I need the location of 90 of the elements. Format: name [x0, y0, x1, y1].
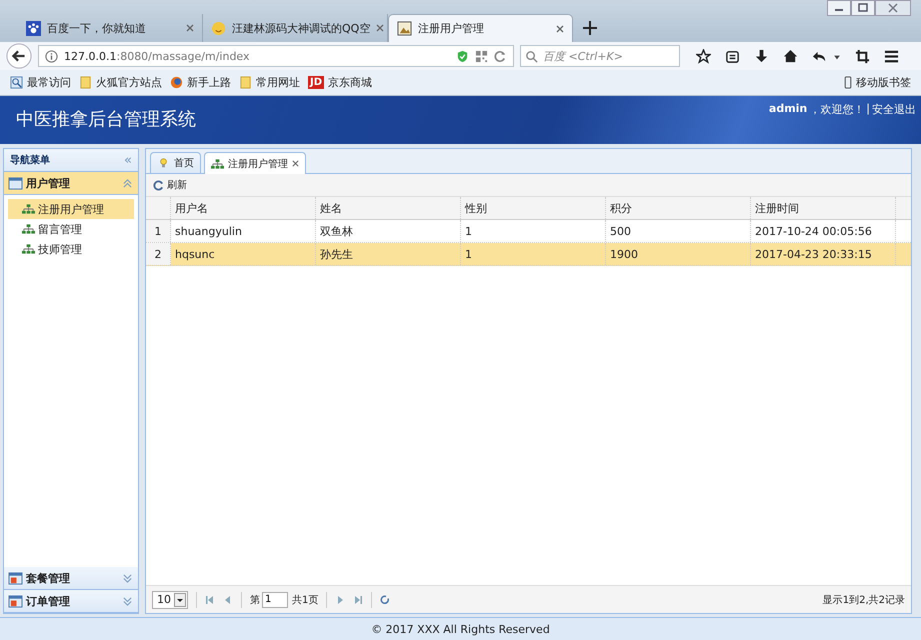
chevron-down-icon	[123, 574, 132, 582]
table-cell: 孙先生	[316, 243, 461, 265]
table-cell: 双鱼林	[316, 220, 461, 242]
chevron-down-icon	[123, 596, 132, 606]
paw-icon	[26, 20, 41, 36]
close-icon[interactable]	[292, 160, 299, 167]
user-name: admin	[768, 102, 808, 117]
menu-icon[interactable]	[884, 48, 899, 64]
separator-text: |	[866, 102, 870, 117]
picture-icon	[397, 21, 412, 36]
search-field[interactable]: 百度 <Ctrl+K>	[520, 45, 680, 67]
column-header[interactable]: 积分	[606, 197, 751, 219]
page-size-select[interactable]: 10	[152, 590, 188, 608]
reload-icon[interactable]	[380, 594, 390, 604]
folder-icon	[239, 76, 252, 89]
column-header[interactable]: 性别	[461, 197, 606, 219]
page-label: 第	[250, 594, 260, 606]
window-icon	[8, 176, 23, 190]
address-bar[interactable]: 127.0.0.1:8080/massage/m/index	[38, 45, 514, 67]
menu-item[interactable]: 技师管理	[8, 239, 134, 259]
content-tab[interactable]: 首页	[150, 152, 201, 173]
column-header[interactable]: 注册时间	[751, 197, 896, 219]
mobile-bookmarks-link[interactable]: 移动版书签	[844, 75, 911, 90]
footer-text: © 2017 XXX All Rights Reserved	[0, 617, 921, 640]
tree-icon	[22, 244, 35, 254]
menu-item[interactable]: 留言管理	[8, 219, 134, 239]
smiley-icon	[211, 20, 226, 36]
table-cell: 2017-04-23 20:33:15	[751, 243, 896, 265]
crop-icon[interactable]	[855, 48, 870, 64]
table-cell: 1	[461, 243, 606, 265]
table-cell: 1	[461, 220, 606, 242]
bookmark-link[interactable]: 新手上路	[170, 75, 231, 90]
magnifier-icon	[10, 76, 23, 89]
row-number: 2	[146, 243, 171, 265]
app-title: 中医推拿后台管理系统	[16, 108, 196, 131]
menu-group-header[interactable]: 订单管理	[4, 590, 138, 613]
menu-group-header[interactable]: 套餐管理	[4, 567, 138, 590]
page-total: 共1页	[292, 594, 318, 606]
shield-icon	[456, 50, 469, 62]
bookmark-link[interactable]: 常用网址	[239, 75, 300, 90]
logout-link[interactable]: 安全退出	[872, 102, 916, 117]
clipboard-icon[interactable]	[725, 48, 740, 64]
pager-summary: 显示1到2,共2记录	[822, 594, 905, 606]
bookmark-link[interactable]: 最常访问	[10, 75, 71, 90]
jd-badge: JD	[308, 76, 324, 89]
qr-code-icon[interactable]	[475, 50, 488, 62]
table-cell: hqsunc	[171, 243, 316, 265]
table-cell: shuangyulin	[171, 220, 316, 242]
welcome-text: ，欢迎您！	[809, 102, 864, 117]
tree-icon	[211, 158, 224, 168]
column-header[interactable]: 用户名	[171, 197, 316, 219]
close-icon[interactable]	[556, 24, 564, 32]
refresh-button[interactable]: 刷新	[150, 176, 190, 194]
phone-icon	[844, 76, 852, 89]
bookmark-link[interactable]: 火狐官方站点	[79, 75, 162, 90]
new-tab-icon[interactable]	[583, 21, 597, 35]
download-icon[interactable]	[754, 48, 769, 64]
minimize-icon[interactable]	[827, 0, 851, 16]
dropdown-icon	[174, 592, 186, 606]
column-header[interactable]: 姓名	[316, 197, 461, 219]
search-icon	[525, 50, 538, 63]
page-number-field[interactable]: 1	[262, 592, 288, 608]
star-icon[interactable]	[696, 48, 711, 64]
table-cell: 1900	[606, 243, 751, 265]
content-tab[interactable]: 注册用户管理	[204, 152, 306, 174]
row-number: 1	[146, 220, 171, 242]
window-icon	[8, 572, 23, 584]
bookmark-link[interactable]: JD 京东商城	[308, 75, 372, 90]
info-icon	[45, 50, 58, 62]
table-cell: 2017-10-24 00:05:56	[751, 220, 896, 242]
tree-icon	[22, 224, 35, 234]
close-icon[interactable]	[186, 24, 194, 32]
browser-tab[interactable]: 注册用户管理	[388, 14, 573, 42]
sidebar-title: 导航菜单	[10, 153, 50, 167]
tree-icon	[22, 204, 35, 214]
reload-icon	[153, 180, 164, 190]
close-icon[interactable]	[875, 0, 911, 16]
menu-item[interactable]: 注册用户管理	[8, 199, 134, 219]
maximize-icon[interactable]	[851, 0, 875, 16]
folder-icon	[79, 76, 92, 89]
back-icon[interactable]	[6, 43, 32, 69]
chevron-up-icon	[123, 178, 132, 188]
globe-icon	[170, 76, 183, 89]
reload-icon[interactable]	[494, 50, 507, 62]
home-icon[interactable]	[783, 48, 798, 64]
menu-group-header[interactable]: 用户管理	[4, 172, 138, 195]
window-icon	[8, 594, 23, 608]
close-icon[interactable]	[376, 24, 384, 32]
table-cell: 500	[606, 220, 751, 242]
table-row[interactable]: 2 hqsunc 孙先生 1 1900 2017-04-23 20:33:15	[146, 243, 911, 266]
